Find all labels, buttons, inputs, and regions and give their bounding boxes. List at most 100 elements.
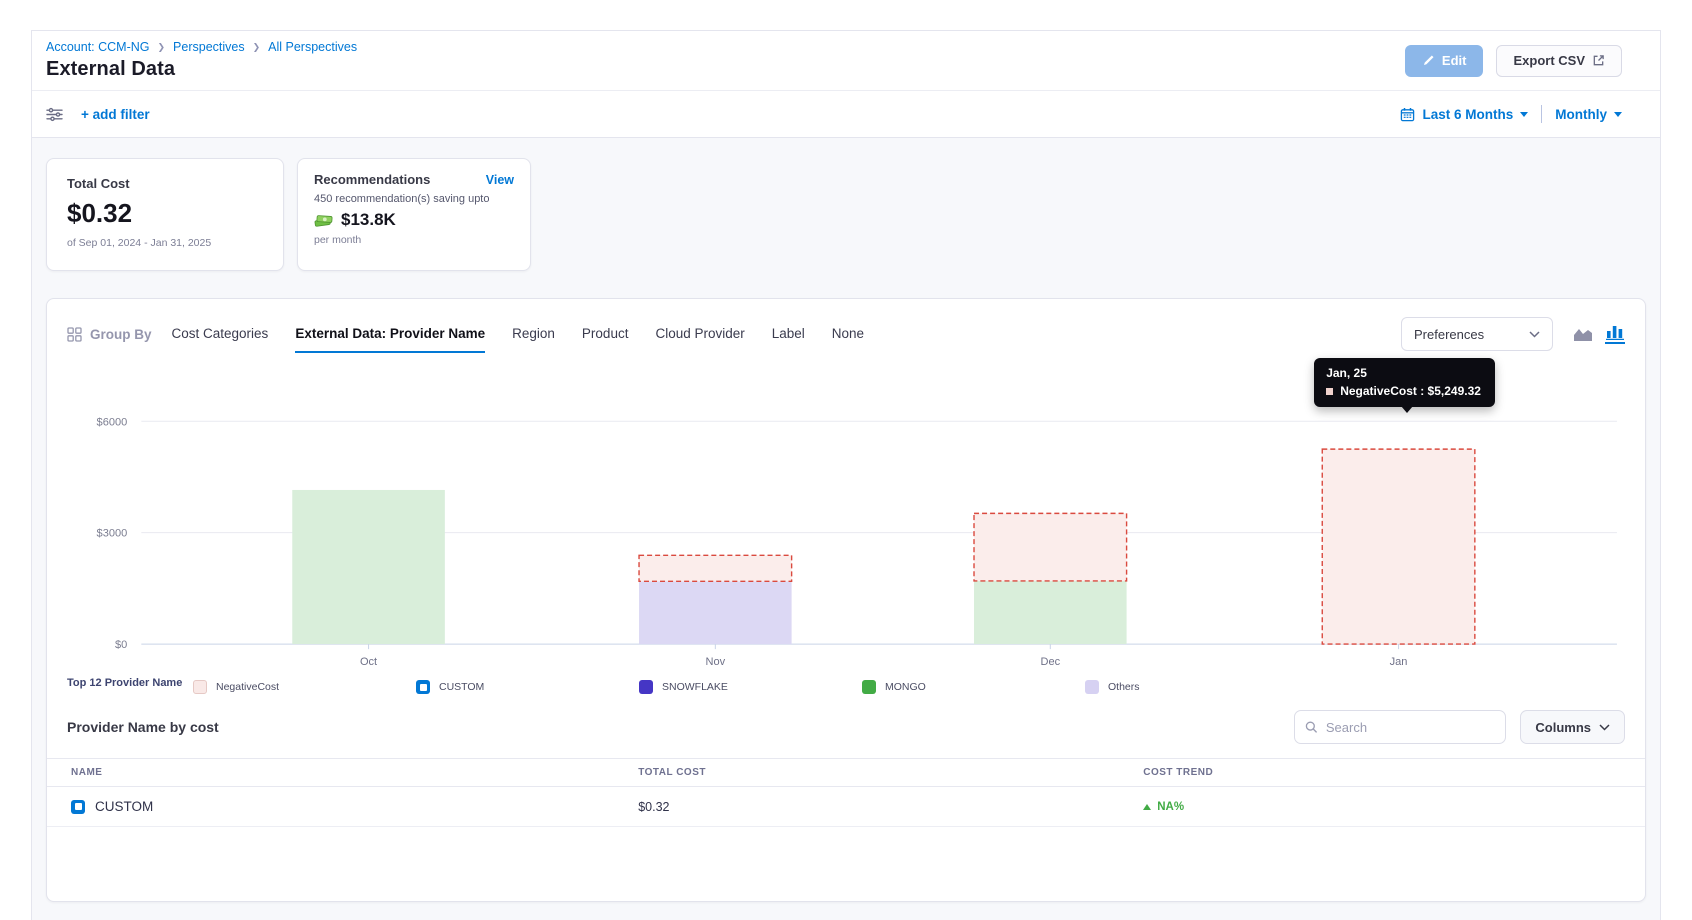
total-cost-period: of Sep 01, 2024 - Jan 31, 2025 bbox=[67, 237, 263, 249]
bar-nov-negativecost[interactable] bbox=[639, 555, 792, 581]
date-range-select[interactable]: Last 6 Months bbox=[1400, 107, 1528, 122]
legend-item-snowflake[interactable]: SNOWFLAKE bbox=[639, 680, 862, 694]
cell-cost-trend: NA% bbox=[1143, 801, 1625, 813]
breadcrumb-link-account-ccm-ng[interactable]: Account: CCM-NG bbox=[46, 40, 150, 54]
table-title: Provider Name by cost bbox=[67, 719, 219, 735]
main-content: Total Cost $0.32 of Sep 01, 2024 - Jan 3… bbox=[32, 138, 1660, 920]
search-box bbox=[1294, 710, 1506, 744]
tab-label[interactable]: Label bbox=[772, 326, 805, 353]
bar-chart-icon bbox=[1606, 325, 1624, 340]
tab-region[interactable]: Region bbox=[512, 326, 555, 353]
perspective-card: Group By Cost CategoriesExternal Data: P… bbox=[46, 298, 1646, 902]
date-range-value: Last 6 Months bbox=[1422, 107, 1513, 122]
grid-icon bbox=[67, 327, 82, 342]
custom-swatch-icon bbox=[416, 680, 430, 694]
page-title: External Data bbox=[46, 58, 357, 81]
view-recommendations-link[interactable]: View bbox=[486, 173, 514, 187]
breadcrumb-separator-icon: ❯ bbox=[158, 42, 166, 53]
pencil-icon bbox=[1422, 54, 1435, 67]
others-swatch-icon bbox=[1085, 680, 1099, 694]
export-csv-button[interactable]: Export CSV bbox=[1496, 45, 1622, 77]
tooltip-arrow bbox=[1401, 406, 1413, 413]
calendar-icon bbox=[1400, 107, 1415, 122]
columns-button[interactable]: Columns bbox=[1520, 710, 1625, 744]
search-input[interactable] bbox=[1326, 720, 1496, 735]
table-body: CUSTOM $0.32NA% bbox=[47, 787, 1645, 827]
tooltip-title: Jan, 25 bbox=[1326, 366, 1481, 380]
bar-dec-mongo[interactable] bbox=[974, 581, 1127, 644]
bar-nov-snowflake[interactable] bbox=[639, 581, 792, 644]
mongo-swatch-icon bbox=[862, 680, 876, 694]
bar-jan-negativecost[interactable] bbox=[1322, 449, 1475, 644]
x-axis-label: Oct bbox=[360, 656, 377, 668]
bar-oct-mongo[interactable] bbox=[292, 490, 445, 644]
column-header-name: NAME bbox=[71, 767, 638, 778]
bar-dec-negativecost[interactable] bbox=[974, 513, 1127, 581]
area-chart-icon bbox=[1573, 327, 1593, 342]
filter-settings-icon[interactable] bbox=[46, 107, 63, 122]
recommendations-subtitle: 450 recommendation(s) saving upto bbox=[314, 193, 514, 205]
chevron-down-icon bbox=[1520, 112, 1528, 117]
granularity-value: Monthly bbox=[1555, 107, 1607, 122]
cell-total-cost: $0.32 bbox=[638, 800, 1143, 814]
legend-item-others[interactable]: Others bbox=[1085, 680, 1308, 694]
bar-chart-toggle[interactable] bbox=[1605, 325, 1625, 344]
x-axis-label: Dec bbox=[1040, 656, 1060, 668]
edit-button-label: Edit bbox=[1442, 53, 1467, 68]
tab-product[interactable]: Product bbox=[582, 326, 629, 353]
chevron-down-icon bbox=[1614, 112, 1622, 117]
y-axis-label: $0 bbox=[115, 639, 127, 651]
columns-button-label: Columns bbox=[1535, 720, 1591, 735]
breadcrumb-separator-icon: ❯ bbox=[253, 42, 261, 53]
group-by-label: Group By bbox=[67, 327, 152, 342]
search-icon bbox=[1305, 720, 1317, 734]
breadcrumb-link-perspectives[interactable]: Perspectives bbox=[173, 40, 245, 54]
tab-external-data-provider-name[interactable]: External Data: Provider Name bbox=[295, 326, 485, 353]
recommendations-period: per month bbox=[314, 234, 514, 246]
edit-button[interactable]: Edit bbox=[1405, 45, 1484, 77]
legend-label: Others bbox=[1108, 681, 1140, 693]
filter-bar: + add filter Last 6 Months Monthly bbox=[32, 90, 1660, 138]
table-toolbar: Provider Name by cost Columns bbox=[47, 694, 1645, 744]
legend-title: Top 12 Provider Name bbox=[67, 676, 185, 691]
add-filter-button[interactable]: + add filter bbox=[81, 107, 150, 122]
y-axis-label: $3000 bbox=[97, 528, 128, 540]
tooltip-series-marker bbox=[1326, 388, 1333, 395]
provider-name: CUSTOM bbox=[95, 799, 153, 814]
chevron-down-icon bbox=[1529, 331, 1540, 338]
tab-cloud-provider[interactable]: Cloud Provider bbox=[655, 326, 744, 353]
table-row[interactable]: CUSTOM $0.32NA% bbox=[47, 787, 1645, 827]
cost-chart: $0$3000$6000OctNovDecJan Jan, 25 Negativ… bbox=[47, 353, 1645, 670]
preferences-label: Preferences bbox=[1414, 327, 1484, 342]
preferences-select[interactable]: Preferences bbox=[1401, 317, 1553, 351]
legend-item-mongo[interactable]: MONGO bbox=[862, 680, 1085, 694]
column-header-cost-trend: COST TREND bbox=[1143, 767, 1625, 778]
breadcrumb: Account: CCM-NG ❯ Perspectives ❯ All Perspec… bbox=[46, 40, 357, 54]
cell-name: CUSTOM bbox=[71, 799, 638, 814]
legend-item-negativecost[interactable]: NegativeCost bbox=[193, 680, 416, 694]
legend-label: MONGO bbox=[885, 681, 926, 693]
chart-legend-row: Top 12 Provider Name NegativeCostCUSTOM S… bbox=[47, 676, 1645, 694]
legend-label: SNOWFLAKE bbox=[662, 681, 728, 693]
chart-legend: NegativeCostCUSTOM SNOWFLAKE MONGO Others bbox=[185, 680, 1625, 694]
granularity-select[interactable]: Monthly bbox=[1555, 107, 1622, 122]
breadcrumb-link-all-perspectives[interactable]: All Perspectives bbox=[268, 40, 357, 54]
snowflake-swatch-icon bbox=[639, 680, 653, 694]
area-chart-toggle[interactable] bbox=[1573, 327, 1593, 342]
swatch-inner bbox=[75, 803, 82, 810]
table-header-row: NAMETOTAL COSTCOST TREND bbox=[47, 758, 1645, 787]
money-icon bbox=[314, 212, 334, 228]
legend-item-custom[interactable]: CUSTOM bbox=[416, 680, 639, 694]
provider-swatch-icon bbox=[71, 800, 85, 814]
x-axis-label: Jan bbox=[1390, 656, 1408, 668]
divider bbox=[1541, 105, 1542, 123]
group-by-tabs: Cost CategoriesExternal Data: Provider N… bbox=[172, 326, 865, 343]
recommendations-card: Recommendations View 450 recommendation(… bbox=[297, 158, 531, 271]
recommendations-savings: $13.8K bbox=[341, 210, 396, 230]
tab-none[interactable]: None bbox=[832, 326, 864, 353]
chevron-down-icon bbox=[1599, 724, 1610, 731]
export-csv-label: Export CSV bbox=[1513, 53, 1585, 68]
x-axis-label: Nov bbox=[706, 656, 726, 668]
tab-cost-categories[interactable]: Cost Categories bbox=[172, 326, 269, 353]
group-by-row: Group By Cost CategoriesExternal Data: P… bbox=[47, 299, 1645, 353]
